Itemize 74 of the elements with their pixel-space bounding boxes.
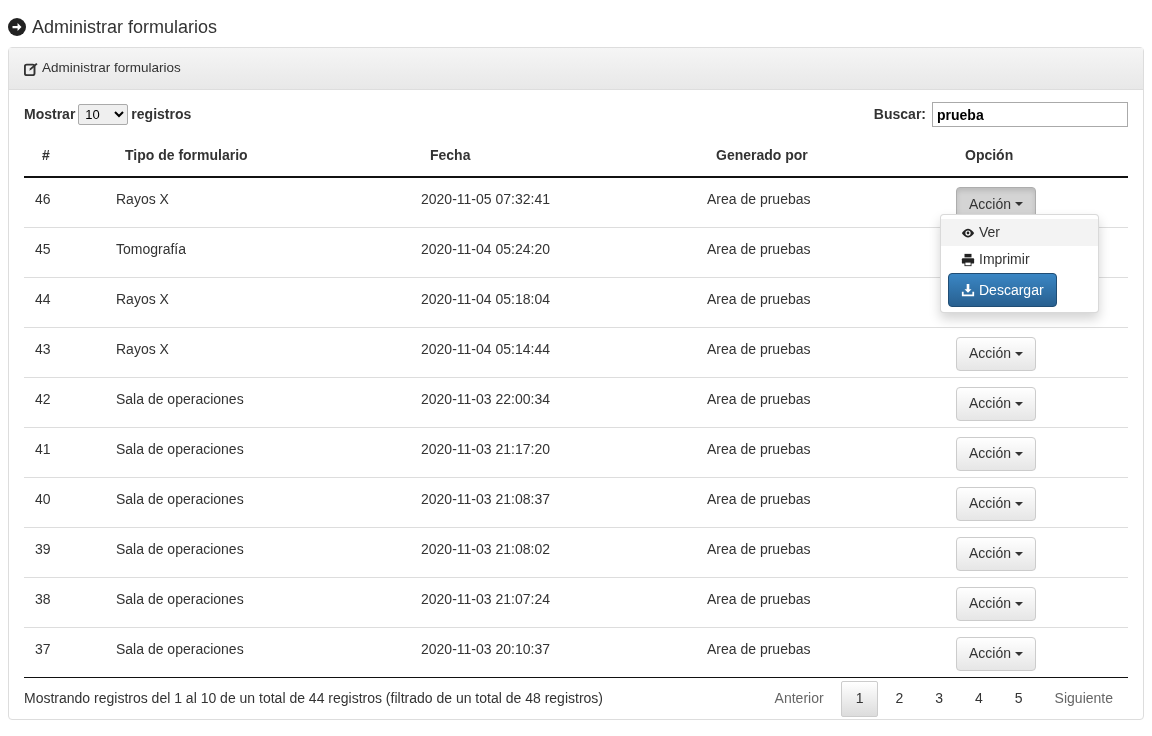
action-button[interactable]: Acción [956, 536, 1037, 571]
table-cell: Rayos X [116, 290, 169, 307]
column-header[interactable]: Opción [940, 139, 1128, 177]
page-button[interactable]: 2 [880, 680, 919, 717]
table-cell: Sala de operaciones [116, 440, 244, 457]
table-cell: Area de pruebas [707, 340, 811, 357]
table-cell: 2020-11-04 05:14:44 [421, 340, 550, 357]
page-button[interactable]: Anterior [759, 680, 839, 717]
table-cell: 37 [35, 640, 51, 657]
page-button[interactable]: 5 [999, 680, 1038, 717]
edit-icon [24, 61, 38, 76]
table-cell: 2020-11-03 20:10:37 [421, 640, 550, 657]
page-button[interactable]: 4 [960, 680, 998, 717]
table-cell: 46 [35, 191, 51, 207]
table-cell: 45 [35, 240, 51, 257]
table-cell: 42 [35, 390, 51, 407]
table-cell: Area de pruebas [707, 490, 811, 507]
table-cell: 2020-11-04 05:24:20 [421, 240, 550, 257]
table-cell: Area de pruebas [707, 390, 811, 407]
table-cell: Sala de operaciones [116, 490, 244, 507]
table-cell: Area de pruebas [707, 191, 811, 207]
table-cell: 41 [35, 440, 51, 457]
table-cell: Area de pruebas [707, 240, 811, 257]
table-cell: 40 [35, 490, 51, 507]
table-cell: 2020-11-03 21:17:20 [421, 440, 550, 457]
length-label: Mostrar [24, 105, 76, 124]
table-cell: Sala de operaciones [116, 540, 244, 557]
action-button[interactable]: Acción [956, 636, 1037, 671]
action-button[interactable]: Acción [956, 436, 1037, 471]
search-label: Buscar: [873, 105, 926, 124]
table-cell: Area de pruebas [707, 540, 811, 557]
page-button[interactable]: 1 [840, 680, 879, 717]
table-cell: Rayos X [116, 191, 169, 207]
table-cell: 44 [35, 290, 51, 307]
action-button[interactable]: Acción [956, 336, 1037, 371]
printer-icon [961, 252, 975, 267]
table-cell: 2020-11-04 05:18:04 [421, 290, 550, 307]
page-size-select[interactable]: 10 [78, 104, 129, 125]
table-cell: 2020-11-03 22:00:34 [421, 390, 550, 407]
table-cell: 2020-11-03 21:08:37 [421, 490, 550, 507]
column-header[interactable]: Tipo de formulario [100, 139, 405, 177]
arrow-circle-icon [8, 18, 26, 36]
page-button[interactable]: 3 [920, 680, 958, 717]
table-info: Mostrando registros del 1 al 10 de un total de 44 registros (filtrado de un total de 48 registros) [24, 689, 603, 708]
download-icon [961, 283, 975, 297]
action-button[interactable]: Acción [956, 486, 1037, 521]
action-button[interactable]: Acción [956, 586, 1037, 621]
table-cell: 43 [35, 340, 51, 357]
column-header[interactable]: Fecha [405, 139, 691, 177]
table-cell: Area de pruebas [707, 590, 811, 607]
table-cell: 39 [35, 540, 51, 557]
column-header[interactable]: # [24, 139, 100, 177]
search-field[interactable]: prueba [932, 102, 1128, 127]
page-title: Administrar formularios [32, 15, 218, 39]
menu-item[interactable]: Ver [941, 219, 1098, 246]
table-cell: 38 [35, 590, 51, 607]
table-cell: Area de pruebas [707, 640, 811, 657]
table-cell: 2020-11-03 21:08:02 [421, 540, 550, 557]
table-cell: Tomografía [116, 240, 187, 257]
menu-item[interactable]: Descargar [948, 273, 1057, 307]
table-cell: Sala de operaciones [116, 590, 244, 607]
table-cell: 2020-11-03 21:07:24 [421, 590, 550, 607]
menu-item[interactable]: Imprimir [941, 246, 1098, 273]
table-cell: Sala de operaciones [116, 390, 244, 407]
page-button[interactable]: Siguiente [1039, 680, 1128, 717]
table-cell: 2020-11-05 07:32:41 [421, 191, 550, 207]
panel-title: Administrar formularios [42, 59, 181, 78]
column-header[interactable]: Generado por [691, 139, 940, 177]
table-cell: Sala de operaciones [116, 640, 244, 657]
table-cell: Rayos X [116, 340, 169, 357]
action-button[interactable]: Acción [956, 386, 1037, 421]
length-label: registros [131, 105, 192, 124]
table-cell: Area de pruebas [707, 290, 811, 307]
table-cell: Area de pruebas [707, 440, 811, 457]
